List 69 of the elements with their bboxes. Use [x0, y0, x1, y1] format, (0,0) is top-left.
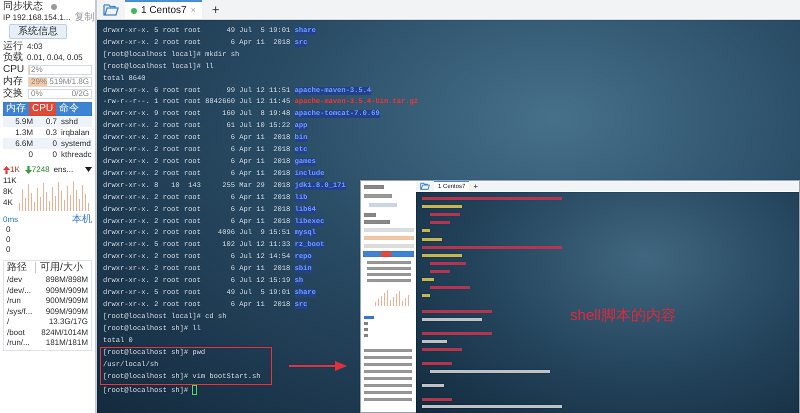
table-cell: 900M/909M — [46, 296, 88, 306]
table-cell: 181M/181M — [46, 338, 88, 348]
table-cell-text: systemd — [60, 138, 92, 149]
stat-value: 0.01, 0.04, 0.05 — [27, 52, 83, 63]
axis-label: 11K — [3, 175, 18, 186]
upload-arrow-icon — [3, 166, 10, 174]
table-cell: /dev — [7, 275, 22, 286]
terminal-tab[interactable]: 1 Centos7 × — [125, 0, 202, 19]
table-cell: 909M/909M — [46, 286, 88, 296]
table-cell: / — [7, 317, 10, 328]
caret-icon[interactable] — [85, 167, 92, 172]
column-header: 路径 — [7, 262, 28, 273]
stat-value: 4:03 — [27, 41, 43, 52]
table-cell: 898M/898M — [46, 275, 88, 286]
meter-reading: 0/2G — [72, 88, 89, 98]
plus-icon: + — [473, 182, 478, 192]
ping-value: 0 — [5, 235, 12, 245]
table-cell: 909M/909M — [46, 306, 88, 317]
table-cell: /dev/... — [7, 286, 32, 296]
meter-label: CPU — [3, 64, 24, 75]
meter-percent: 29% — [31, 76, 48, 86]
meter-label: 内存 — [3, 76, 24, 87]
folder-icon — [420, 182, 430, 190]
column-header[interactable]: 命令 — [56, 102, 82, 116]
meter-percent: 2% — [31, 64, 43, 74]
table-cell: /sys/f... — [7, 306, 32, 317]
table-cell-text: 0.3 — [44, 127, 57, 138]
tab-label: 1 Centos7 — [141, 4, 187, 18]
sync-status-label: 同步状态 — [3, 1, 43, 12]
table-cell: /run/... — [7, 338, 30, 348]
ip-address: IP 192.168.154.1... — [3, 12, 70, 23]
table-cell-text: 5.9M — [14, 116, 33, 127]
table-cell: /run — [7, 296, 21, 306]
annotation-text: shell脚本的内容 — [569, 306, 676, 326]
table-cell-text: 0 — [52, 138, 57, 149]
axis-label: 8K — [3, 186, 14, 197]
table-cell-text: 6.6M — [14, 138, 33, 149]
download-arrow-icon — [24, 166, 32, 174]
axis-label: 4K — [3, 197, 14, 208]
table-cell-text: 0.7 — [44, 116, 57, 127]
column-header: 可用/大小 — [35, 262, 83, 273]
upload-rate: 1K — [10, 164, 20, 175]
table-cell-text: 1.3M — [14, 127, 33, 138]
close-icon[interactable]: × — [190, 4, 196, 18]
download-rate: 7248 — [32, 164, 50, 175]
column-header[interactable]: CPU — [29, 102, 56, 116]
copy-link[interactable]: 复制 — [74, 12, 94, 23]
stat-label: 运行 — [3, 41, 23, 52]
system-info-button[interactable]: 系统信息 — [9, 24, 67, 39]
table-cell: 13.3G/17G — [48, 317, 88, 328]
table-cell-text: irqbalan — [60, 127, 90, 138]
new-tab-button[interactable]: + — [208, 1, 224, 19]
interface-dropdown[interactable]: ens... — [54, 164, 74, 175]
table-cell-text: kthreadc — [60, 149, 92, 160]
meter-percent: 0% — [31, 88, 43, 98]
meter-label: 交换 — [3, 88, 24, 99]
column-header[interactable]: 内存 — [3, 102, 29, 116]
latency-value: 0ms — [3, 214, 18, 225]
table-cell-text: 0 — [28, 149, 33, 160]
table-cell-text: sshd — [60, 116, 79, 127]
folder-icon[interactable] — [103, 3, 119, 16]
table-cell-text: 0 — [52, 149, 57, 160]
ping-value: 0 — [5, 225, 12, 235]
ping-value: 0 — [5, 245, 12, 255]
table-cell: /boot — [7, 328, 25, 338]
meter-reading: 519M/1.8G — [49, 76, 89, 86]
table-cell: 824M/1014M — [41, 328, 88, 338]
stat-label: 负载 — [3, 52, 23, 63]
host-label: 本机 — [72, 214, 92, 225]
